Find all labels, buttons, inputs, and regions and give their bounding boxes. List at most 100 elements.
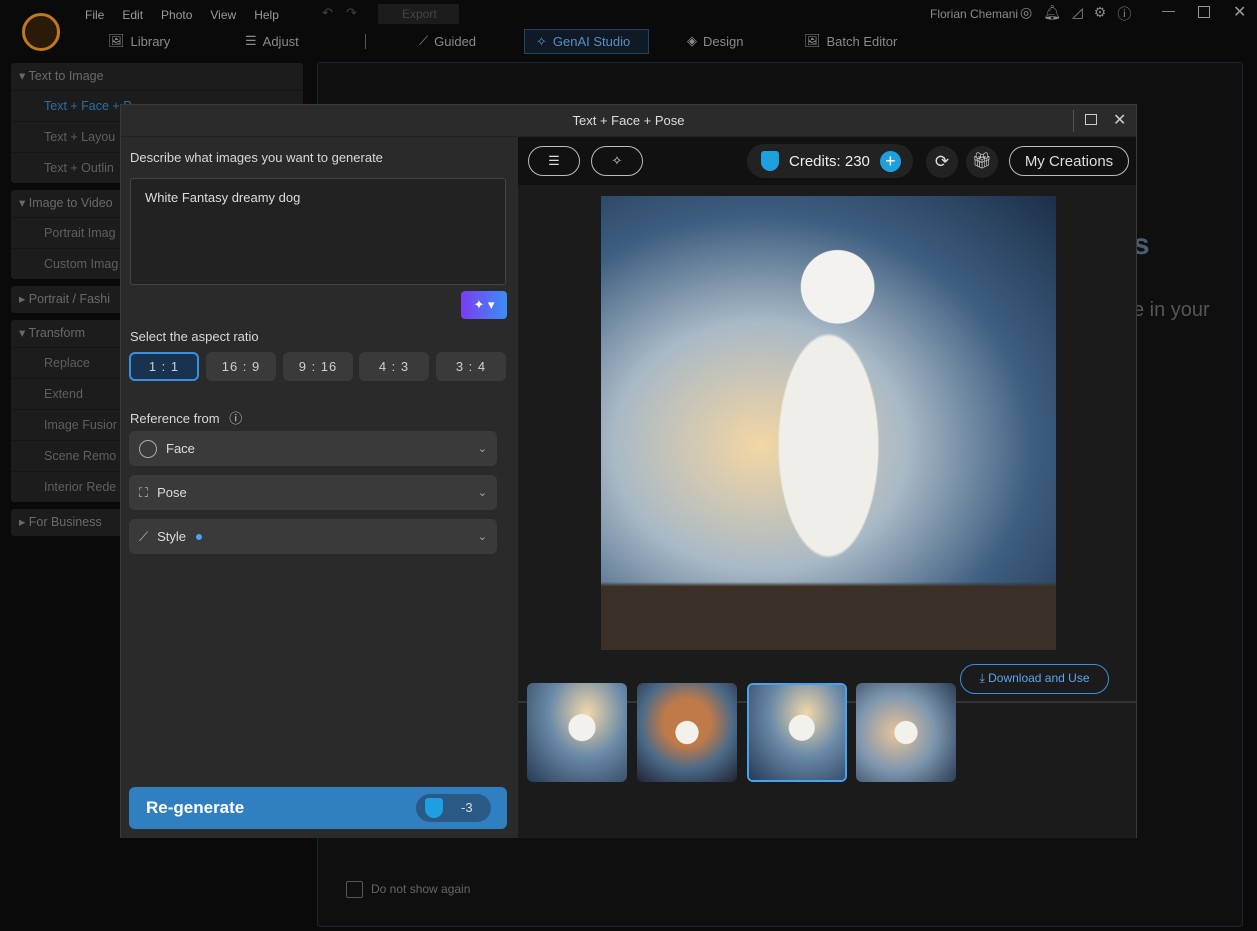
ratio-4-3[interactable]: 4 : 3	[359, 352, 429, 381]
help-icon[interactable]: ⓘ	[1117, 4, 1131, 24]
menu-view[interactable]: View	[210, 8, 236, 22]
thumbnail-4[interactable]	[856, 683, 956, 782]
gear-icon[interactable]: ⚙	[1094, 4, 1107, 24]
menubar: File Edit Photo View Help	[85, 7, 297, 22]
tab-label: Adjust	[262, 33, 299, 49]
thumbnail-image	[527, 683, 627, 782]
maximize-button[interactable]	[1198, 6, 1210, 18]
face-label: Face	[166, 441, 195, 456]
prompt-label: Describe what images you want to generat…	[130, 150, 383, 165]
sparkle-icon: ✧	[536, 33, 547, 49]
prompt-input[interactable]: White Fantasy dreamy dog	[130, 178, 506, 285]
dialog-close-button[interactable]: ✕	[1113, 110, 1126, 130]
thumbnail-1[interactable]	[527, 683, 627, 782]
ratio-9-16[interactable]: 9 : 16	[283, 352, 353, 381]
pose-icon: ⛶	[139, 484, 149, 500]
magic-button[interactable]: ✧	[591, 146, 643, 176]
cost-badge: -3	[416, 794, 491, 822]
batch-icon: 🖼︎	[804, 33, 821, 48]
close-window-button[interactable]: ✕	[1233, 2, 1246, 22]
nav-divider	[365, 34, 366, 49]
regenerate-button[interactable]: Re-generate -3	[129, 787, 507, 829]
thumbnail-image	[749, 685, 845, 780]
reference-face-dropdown[interactable]: Face ⌄	[129, 431, 497, 466]
wand-icon: ⟋	[419, 33, 429, 48]
face-icon	[139, 439, 157, 458]
refresh-button[interactable]: ⟳	[926, 146, 958, 178]
tab-guided[interactable]: ⟋ Guided	[419, 33, 476, 49]
megaphone-icon[interactable]: ◿	[1072, 4, 1083, 24]
menu-help[interactable]: Help	[254, 8, 279, 22]
ratio-1-1[interactable]: 1 : 1	[129, 352, 199, 381]
menu-photo[interactable]: Photo	[161, 8, 192, 22]
download-label: Download and Use	[988, 671, 1090, 685]
tab-label: Guided	[434, 33, 477, 49]
aspect-label: Select the aspect ratio	[130, 329, 259, 344]
tab-genai-studio[interactable]: ✧ GenAI Studio	[524, 29, 649, 54]
group-label: Image to Video	[28, 196, 113, 210]
reference-pose-dropdown[interactable]: ⛶ Pose ⌄	[129, 475, 497, 510]
info-icon[interactable]: ⓘ	[229, 411, 242, 426]
tab-label: Batch Editor	[826, 33, 898, 49]
thumbnail-image	[637, 683, 737, 782]
sparkle-icon: ✧	[611, 153, 623, 168]
library-icon: 🖼︎	[108, 33, 125, 48]
gift-button[interactable]: 🎁︎	[966, 146, 998, 178]
settings-button[interactable]: ☰	[528, 146, 580, 176]
redo-icon[interactable]: ↷	[346, 5, 357, 21]
style-active-dot	[196, 533, 203, 540]
tab-library[interactable]: 🖼︎ Library	[108, 33, 170, 49]
tab-label: Library	[130, 33, 171, 49]
download-icon: ⤓	[979, 671, 989, 685]
my-creations-button[interactable]: My Creations	[1009, 146, 1129, 176]
user-name: Florian Chemani	[930, 7, 1019, 21]
tab-adjust[interactable]: ☰ Adjust	[245, 33, 299, 49]
menu-edit[interactable]: Edit	[122, 8, 143, 22]
credit-shield-icon	[761, 151, 779, 171]
tab-design[interactable]: ◈ Design	[687, 33, 743, 49]
sidebar-group-header[interactable]: ▾ Text to Image	[11, 63, 303, 90]
add-credits-button[interactable]: +	[879, 150, 901, 172]
style-wand-icon: ⟋	[139, 528, 149, 544]
dialog-maximize-button[interactable]	[1085, 114, 1097, 125]
genai-dialog: Text + Face + Pose ✕ Describe what image…	[120, 104, 1137, 838]
undo-icon[interactable]: ↶	[322, 5, 333, 21]
credits-badge: Credits: 230 +	[747, 144, 913, 178]
reference-label: Reference from ⓘ	[130, 408, 242, 427]
chevron-down-icon: ⌄	[477, 487, 487, 499]
menu-file[interactable]: File	[85, 8, 104, 22]
thumbnail-image	[856, 683, 956, 782]
do-not-show-checkbox[interactable]	[346, 881, 363, 898]
sliders-icon: ☰	[245, 33, 257, 48]
tab-batch-editor[interactable]: 🖼︎ Batch Editor	[804, 33, 897, 49]
ratio-3-4[interactable]: 3 : 4	[436, 352, 506, 381]
chevron-down-icon: ⌄	[477, 443, 487, 455]
thumbnail-2[interactable]	[637, 683, 737, 782]
group-label: Portrait / Fashi	[28, 292, 111, 306]
ratio-16-9[interactable]: 16 : 9	[206, 352, 276, 381]
chevron-down-icon: ⌄	[477, 531, 487, 543]
do-not-show-label: Do not show again	[371, 882, 471, 896]
ai-enhance-button[interactable]: ✦ ▾	[461, 291, 507, 319]
pose-label: Pose	[157, 485, 187, 500]
regenerate-label: Re-generate	[146, 798, 245, 817]
thumbnail-3[interactable]	[747, 683, 847, 782]
account-icon[interactable]: ◎	[1020, 4, 1032, 24]
group-label: For Business	[28, 515, 102, 529]
sparkle-icon: ✦ ▾	[473, 297, 495, 312]
layers-icon: ◈	[687, 33, 697, 48]
download-and-use-button[interactable]: ⤓ Download and Use	[960, 664, 1109, 694]
titlebar-divider	[1073, 110, 1074, 132]
tab-label: GenAI Studio	[552, 34, 631, 49]
panel-text: e in your	[1133, 299, 1210, 321]
reference-label-text: Reference from	[130, 411, 220, 426]
app-logo[interactable]	[22, 13, 60, 51]
dialog-title: Text + Face + Pose	[572, 113, 685, 128]
bell-icon[interactable]: 🔔︎	[1043, 4, 1061, 24]
credits-text: Credits: 230	[789, 152, 870, 170]
style-label: Style	[157, 529, 187, 544]
credit-shield-icon	[425, 798, 443, 818]
minimize-button[interactable]: —	[1162, 3, 1175, 18]
reference-style-dropdown[interactable]: ⟋ Style ⌄	[129, 519, 497, 554]
export-button[interactable]: Export	[378, 4, 459, 24]
